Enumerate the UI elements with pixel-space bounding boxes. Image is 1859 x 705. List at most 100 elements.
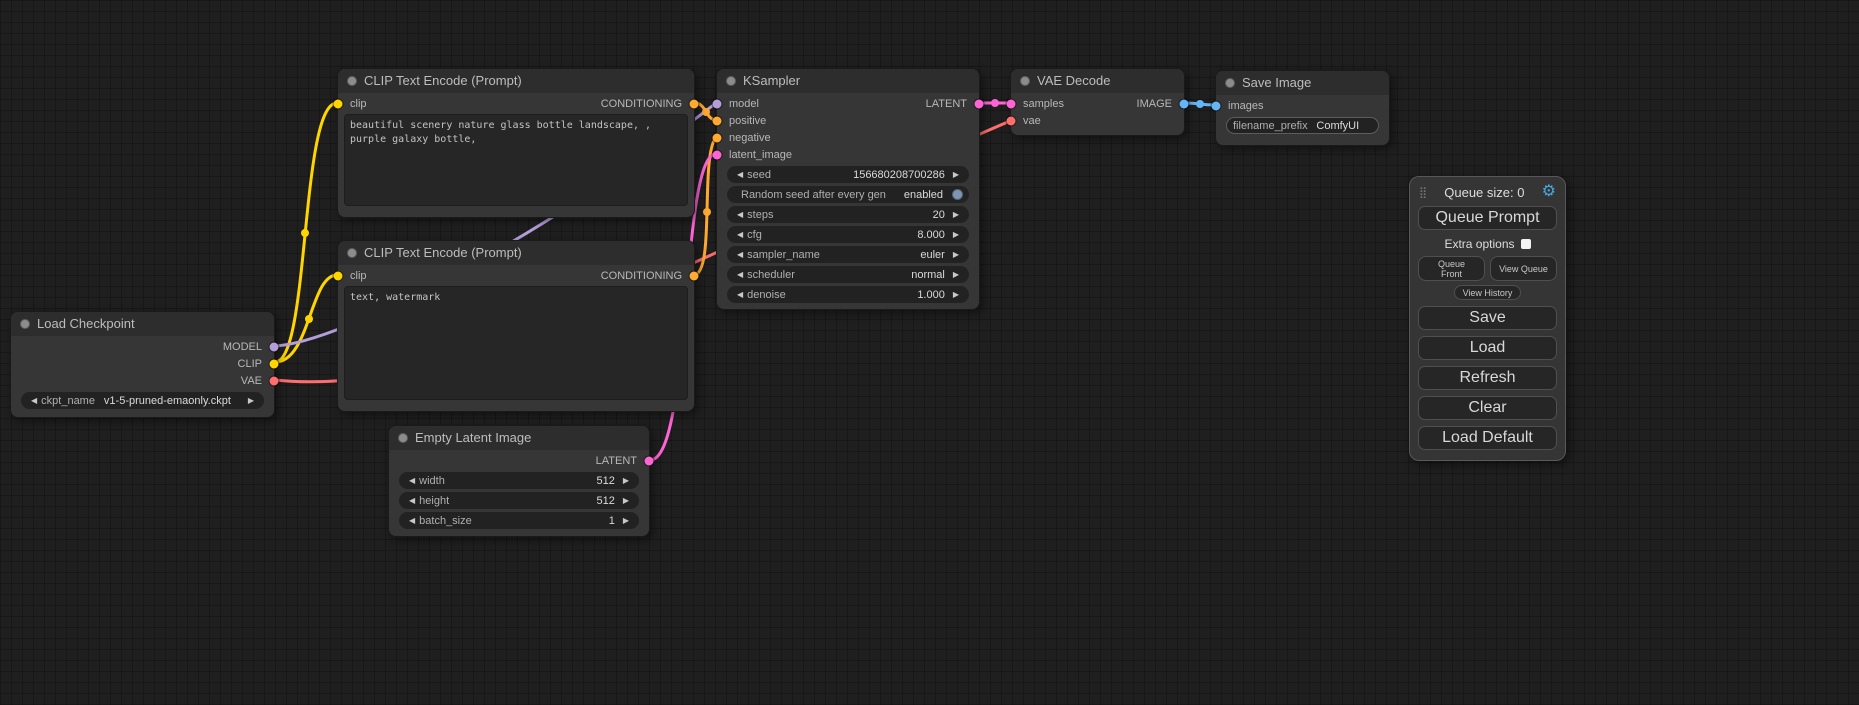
widget-name: height bbox=[419, 495, 449, 507]
input-dot-negative[interactable] bbox=[713, 133, 722, 142]
node-title-bar[interactable]: CLIP Text Encode (Prompt) bbox=[338, 241, 694, 265]
node-graph-canvas[interactable]: Load Checkpoint MODEL CLIP VAE ◀ ckpt_na… bbox=[0, 0, 1859, 705]
output-dot-image[interactable] bbox=[1180, 99, 1189, 108]
output-dot-latent[interactable] bbox=[645, 456, 654, 465]
output-dot-conditioning[interactable] bbox=[690, 271, 699, 280]
filename-prefix-widget[interactable]: filename_prefix ComfyUI bbox=[1226, 117, 1379, 134]
queue-front-button[interactable]: Queue Front bbox=[1418, 256, 1485, 281]
increment-arrow-icon[interactable]: ▶ bbox=[949, 270, 963, 279]
input-dot-samples[interactable] bbox=[1007, 99, 1016, 108]
scheduler-widget[interactable]: ◀ scheduler normal ▶ bbox=[727, 266, 969, 283]
output-dot-model[interactable] bbox=[270, 342, 279, 351]
collapse-dot[interactable] bbox=[726, 76, 736, 86]
cfg-widget[interactable]: ◀ cfg 8.000 ▶ bbox=[727, 226, 969, 243]
refresh-button[interactable]: Refresh bbox=[1418, 366, 1557, 390]
output-slot-latent: LATENT bbox=[389, 452, 649, 469]
queue-prompt-button[interactable]: Queue Prompt bbox=[1418, 206, 1557, 230]
queue-actions-row: Queue Front View Queue bbox=[1418, 256, 1557, 281]
input-dot-images[interactable] bbox=[1212, 101, 1221, 110]
settings-gear-icon[interactable]: ⚙ bbox=[1542, 184, 1556, 200]
node-clip-text-encode-negative[interactable]: CLIP Text Encode (Prompt) clip CONDITION… bbox=[337, 240, 695, 412]
node-title-bar[interactable]: CLIP Text Encode (Prompt) bbox=[338, 69, 694, 93]
height-widget[interactable]: ◀ height 512 ▶ bbox=[399, 492, 639, 509]
node-title-bar[interactable]: VAE Decode bbox=[1011, 69, 1184, 93]
decrement-arrow-icon[interactable]: ◀ bbox=[405, 476, 419, 485]
node-title-bar[interactable]: Save Image bbox=[1216, 71, 1389, 95]
load-default-button[interactable]: Load Default bbox=[1418, 426, 1557, 450]
input-dot-positive[interactable] bbox=[713, 116, 722, 125]
increment-arrow-icon[interactable]: ▶ bbox=[619, 516, 633, 525]
output-dot-vae[interactable] bbox=[270, 376, 279, 385]
node-title: CLIP Text Encode (Prompt) bbox=[364, 245, 522, 260]
node-vae-decode[interactable]: VAE Decode samples IMAGE vae bbox=[1010, 68, 1185, 136]
slot-label: clip bbox=[350, 98, 367, 110]
decrement-arrow-icon[interactable]: ◀ bbox=[733, 230, 747, 239]
clear-button[interactable]: Clear bbox=[1418, 396, 1557, 420]
input-dot-vae[interactable] bbox=[1007, 116, 1016, 125]
decrement-arrow-icon[interactable]: ◀ bbox=[733, 290, 747, 299]
save-button[interactable]: Save bbox=[1418, 306, 1557, 330]
view-queue-button[interactable]: View Queue bbox=[1490, 256, 1557, 281]
increment-arrow-icon[interactable]: ▶ bbox=[949, 170, 963, 179]
increment-arrow-icon[interactable]: ▶ bbox=[244, 396, 258, 405]
collapse-dot[interactable] bbox=[347, 76, 357, 86]
slot-label: CLIP bbox=[238, 358, 262, 370]
input-dot-model[interactable] bbox=[713, 99, 722, 108]
node-title-bar[interactable]: Empty Latent Image bbox=[389, 426, 649, 450]
collapse-dot[interactable] bbox=[20, 319, 30, 329]
queue-menu-panel[interactable]: ⣿ Queue size: 0 ⚙ Queue Prompt Extra opt… bbox=[1409, 176, 1566, 461]
node-ksampler[interactable]: KSampler model LATENT positive negative … bbox=[716, 68, 980, 310]
input-dot-latent-image[interactable] bbox=[713, 150, 722, 159]
decrement-arrow-icon[interactable]: ◀ bbox=[733, 270, 747, 279]
seed-widget[interactable]: ◀ seed 156680208700286 ▶ bbox=[727, 166, 969, 183]
slot-row: samples IMAGE bbox=[1011, 95, 1184, 112]
widget-name: width bbox=[419, 475, 445, 487]
input-dot-clip[interactable] bbox=[334, 99, 343, 108]
node-title-bar[interactable]: Load Checkpoint bbox=[11, 312, 274, 336]
node-load-checkpoint[interactable]: Load Checkpoint MODEL CLIP VAE ◀ ckpt_na… bbox=[10, 311, 275, 418]
widget-name: denoise bbox=[747, 289, 786, 301]
node-save-image[interactable]: Save Image images filename_prefix ComfyU… bbox=[1215, 70, 1390, 146]
increment-arrow-icon[interactable]: ▶ bbox=[949, 230, 963, 239]
increment-arrow-icon[interactable]: ▶ bbox=[619, 476, 633, 485]
increment-arrow-icon[interactable]: ▶ bbox=[619, 496, 633, 505]
decrement-arrow-icon[interactable]: ◀ bbox=[733, 250, 747, 259]
collapse-dot[interactable] bbox=[1225, 78, 1235, 88]
view-history-button[interactable]: View History bbox=[1454, 285, 1522, 300]
random-seed-toggle-widget[interactable]: Random seed after every gen enabled bbox=[727, 186, 969, 203]
collapse-dot[interactable] bbox=[398, 433, 408, 443]
negative-prompt-textarea[interactable]: text, watermark bbox=[344, 286, 688, 400]
node-clip-text-encode-positive[interactable]: CLIP Text Encode (Prompt) clip CONDITION… bbox=[337, 68, 695, 218]
collapse-dot[interactable] bbox=[1020, 76, 1030, 86]
ckpt-name-widget[interactable]: ◀ ckpt_name v1-5-pruned-emaonly.ckpt ▶ bbox=[21, 392, 264, 409]
slot-label: model bbox=[729, 98, 759, 110]
batch-size-widget[interactable]: ◀ batch_size 1 ▶ bbox=[399, 512, 639, 529]
widget-value: euler bbox=[920, 249, 948, 261]
increment-arrow-icon[interactable]: ▶ bbox=[949, 250, 963, 259]
output-dot-latent[interactable] bbox=[975, 99, 984, 108]
input-dot-clip[interactable] bbox=[334, 271, 343, 280]
node-empty-latent-image[interactable]: Empty Latent Image LATENT ◀ width 512 ▶ … bbox=[388, 425, 650, 537]
decrement-arrow-icon[interactable]: ◀ bbox=[733, 210, 747, 219]
decrement-arrow-icon[interactable]: ◀ bbox=[27, 396, 41, 405]
node-title-bar[interactable]: KSampler bbox=[717, 69, 979, 93]
drag-handle-icon[interactable]: ⣿ bbox=[1419, 186, 1427, 199]
collapse-dot[interactable] bbox=[347, 248, 357, 258]
denoise-widget[interactable]: ◀ denoise 1.000 ▶ bbox=[727, 286, 969, 303]
output-dot-clip[interactable] bbox=[270, 359, 279, 368]
width-widget[interactable]: ◀ width 512 ▶ bbox=[399, 472, 639, 489]
extra-options-checkbox[interactable] bbox=[1521, 239, 1531, 249]
input-slot-images: images bbox=[1216, 97, 1389, 114]
increment-arrow-icon[interactable]: ▶ bbox=[949, 290, 963, 299]
positive-prompt-textarea[interactable]: beautiful scenery nature glass bottle la… bbox=[344, 114, 688, 206]
decrement-arrow-icon[interactable]: ◀ bbox=[405, 496, 419, 505]
menu-header: ⣿ Queue size: 0 ⚙ bbox=[1418, 183, 1557, 202]
decrement-arrow-icon[interactable]: ◀ bbox=[405, 516, 419, 525]
steps-widget[interactable]: ◀ steps 20 ▶ bbox=[727, 206, 969, 223]
toggle-dot[interactable] bbox=[952, 189, 963, 200]
sampler-name-widget[interactable]: ◀ sampler_name euler ▶ bbox=[727, 246, 969, 263]
load-button[interactable]: Load bbox=[1418, 336, 1557, 360]
decrement-arrow-icon[interactable]: ◀ bbox=[733, 170, 747, 179]
increment-arrow-icon[interactable]: ▶ bbox=[949, 210, 963, 219]
output-dot-conditioning[interactable] bbox=[690, 99, 699, 108]
